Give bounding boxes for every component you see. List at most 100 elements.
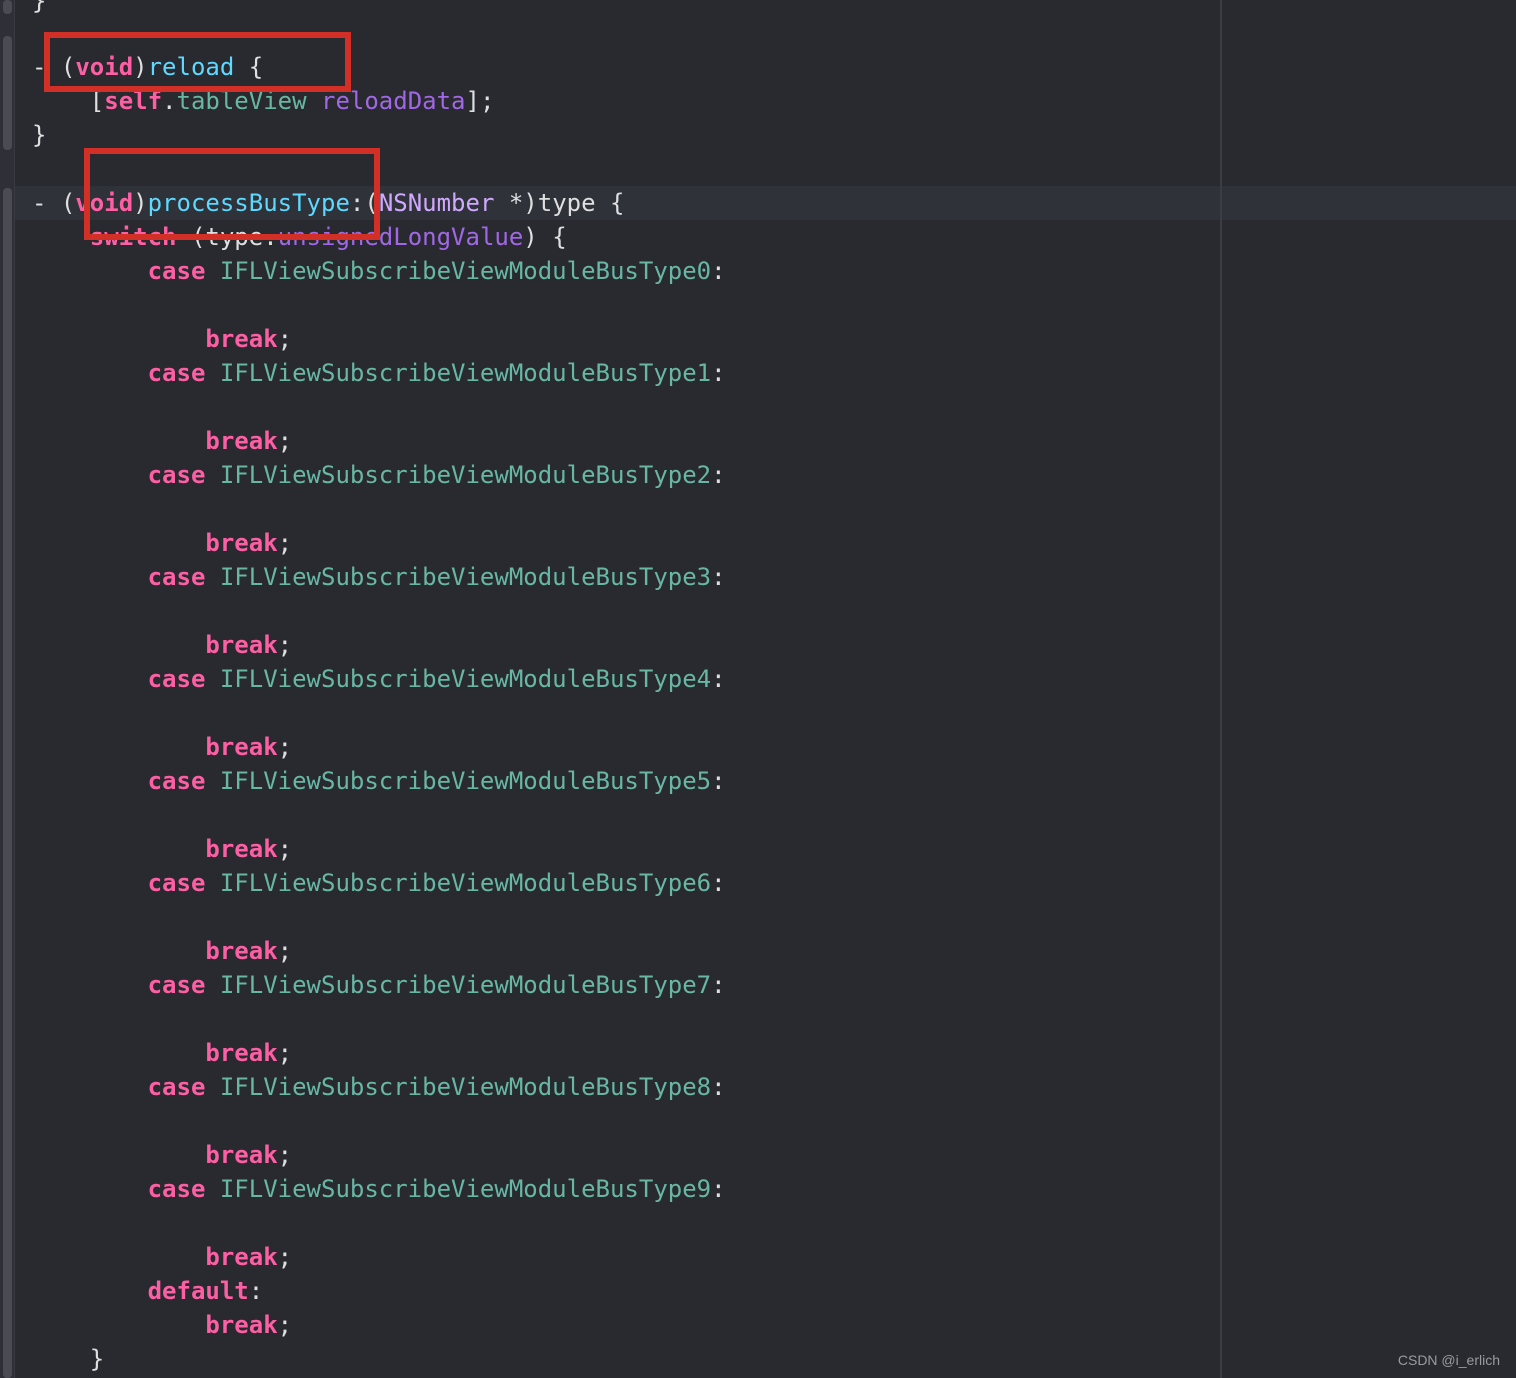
code-line[interactable]: case IFLViewSubscribeViewModuleBusType2: <box>32 458 726 492</box>
code-token: (type. <box>176 223 278 251</box>
code-token: IFLViewSubscribeViewModuleBusType4 <box>219 665 712 693</box>
code-token: [ <box>32 87 105 115</box>
code-token: NSNumber <box>378 189 495 217</box>
code-line[interactable]: [self.tableView reloadData]; <box>32 84 495 118</box>
code-token: IFLViewSubscribeViewModuleBusType6 <box>219 869 712 897</box>
code-line[interactable]: case IFLViewSubscribeViewModuleBusType0: <box>32 254 726 288</box>
code-line[interactable]: break; <box>32 526 292 560</box>
code-token: ; <box>277 631 293 659</box>
code-token: switch <box>89 223 177 251</box>
code-line[interactable]: default: <box>32 1274 264 1308</box>
code-token: ; <box>277 733 293 761</box>
code-token: break <box>205 1039 278 1067</box>
code-line[interactable]: break; <box>32 730 292 764</box>
code-line[interactable]: break; <box>32 832 292 866</box>
code-line[interactable]: switch (type.unsignedLongValue) { <box>32 220 567 254</box>
code-line[interactable]: break; <box>32 322 292 356</box>
code-token: case <box>147 767 206 795</box>
code-token: case <box>147 257 206 285</box>
code-token: IFLViewSubscribeViewModuleBusType7 <box>219 971 712 999</box>
code-line[interactable]: break; <box>32 628 292 662</box>
code-token: : <box>711 1073 726 1101</box>
code-line[interactable]: break; <box>32 424 292 458</box>
code-token: { <box>234 53 264 81</box>
code-token: unsignedLongValue <box>277 223 524 251</box>
code-token: break <box>205 1141 278 1169</box>
fold-ribbon-top[interactable] <box>3 0 12 14</box>
code-line[interactable]: case IFLViewSubscribeViewModuleBusType6: <box>32 866 726 900</box>
code-line[interactable]: - (void)reload { <box>32 50 263 84</box>
code-token: - ( <box>32 189 76 217</box>
code-token: case <box>147 563 206 591</box>
code-line[interactable]: } <box>32 1342 104 1376</box>
code-editor[interactable]: } - (void)reload { [self.tableView reload… <box>0 0 1516 1378</box>
code-token: ; <box>277 937 293 965</box>
code-token: : <box>711 767 726 795</box>
code-line[interactable]: break; <box>32 934 292 968</box>
fold-ribbon-reload[interactable] <box>3 36 12 150</box>
code-token: ; <box>277 1141 293 1169</box>
code-token: case <box>147 359 206 387</box>
code-token: : <box>711 563 726 591</box>
code-token: ; <box>277 1311 293 1339</box>
code-line[interactable]: case IFLViewSubscribeViewModuleBusType3: <box>32 560 726 594</box>
code-line[interactable]: } <box>32 118 46 152</box>
editor-gutter <box>0 0 15 1378</box>
code-token: } <box>32 121 47 149</box>
code-token: IFLViewSubscribeViewModuleBusType8 <box>219 1073 712 1101</box>
code-token: ; <box>277 427 293 455</box>
code-token: break <box>205 427 278 455</box>
code-token: break <box>205 733 278 761</box>
code-token: ; <box>277 529 293 557</box>
code-token: case <box>147 1073 206 1101</box>
code-line[interactable]: case IFLViewSubscribeViewModuleBusType8: <box>32 1070 726 1104</box>
code-line[interactable]: case IFLViewSubscribeViewModuleBusType9: <box>32 1172 726 1206</box>
code-token: IFLViewSubscribeViewModuleBusType0 <box>219 257 712 285</box>
code-token: ; <box>277 1039 293 1067</box>
code-line[interactable]: case IFLViewSubscribeViewModuleBusType1: <box>32 356 726 390</box>
code-token: ; <box>277 1243 293 1271</box>
code-token: void <box>75 53 134 81</box>
code-token: reloadData <box>321 87 466 115</box>
code-token: *)type { <box>494 189 625 217</box>
code-token: ) <box>133 189 148 217</box>
code-token: } <box>32 0 47 15</box>
code-token: processBusType <box>147 189 350 217</box>
page-guide <box>1220 0 1222 1378</box>
code-line[interactable]: case IFLViewSubscribeViewModuleBusType7: <box>32 968 726 1002</box>
code-line[interactable]: break; <box>32 1308 292 1342</box>
code-token: IFLViewSubscribeViewModuleBusType5 <box>219 767 712 795</box>
code-line[interactable]: case IFLViewSubscribeViewModuleBusType5: <box>32 764 726 798</box>
code-line[interactable]: break; <box>32 1036 292 1070</box>
code-token: IFLViewSubscribeViewModuleBusType9 <box>219 1175 712 1203</box>
code-line[interactable]: break; <box>32 1240 292 1274</box>
code-line[interactable]: - (void)processBusType:(NSNumber *)type … <box>32 186 624 220</box>
code-line[interactable]: case IFLViewSubscribeViewModuleBusType4: <box>32 662 726 696</box>
fold-ribbon-processbustype[interactable] <box>3 188 12 1378</box>
code-token: reload <box>147 53 235 81</box>
code-token: case <box>147 869 206 897</box>
code-token: case <box>147 1175 206 1203</box>
code-line[interactable]: break; <box>32 1138 292 1172</box>
code-line[interactable]: } <box>32 0 46 18</box>
code-token: : <box>711 257 726 285</box>
